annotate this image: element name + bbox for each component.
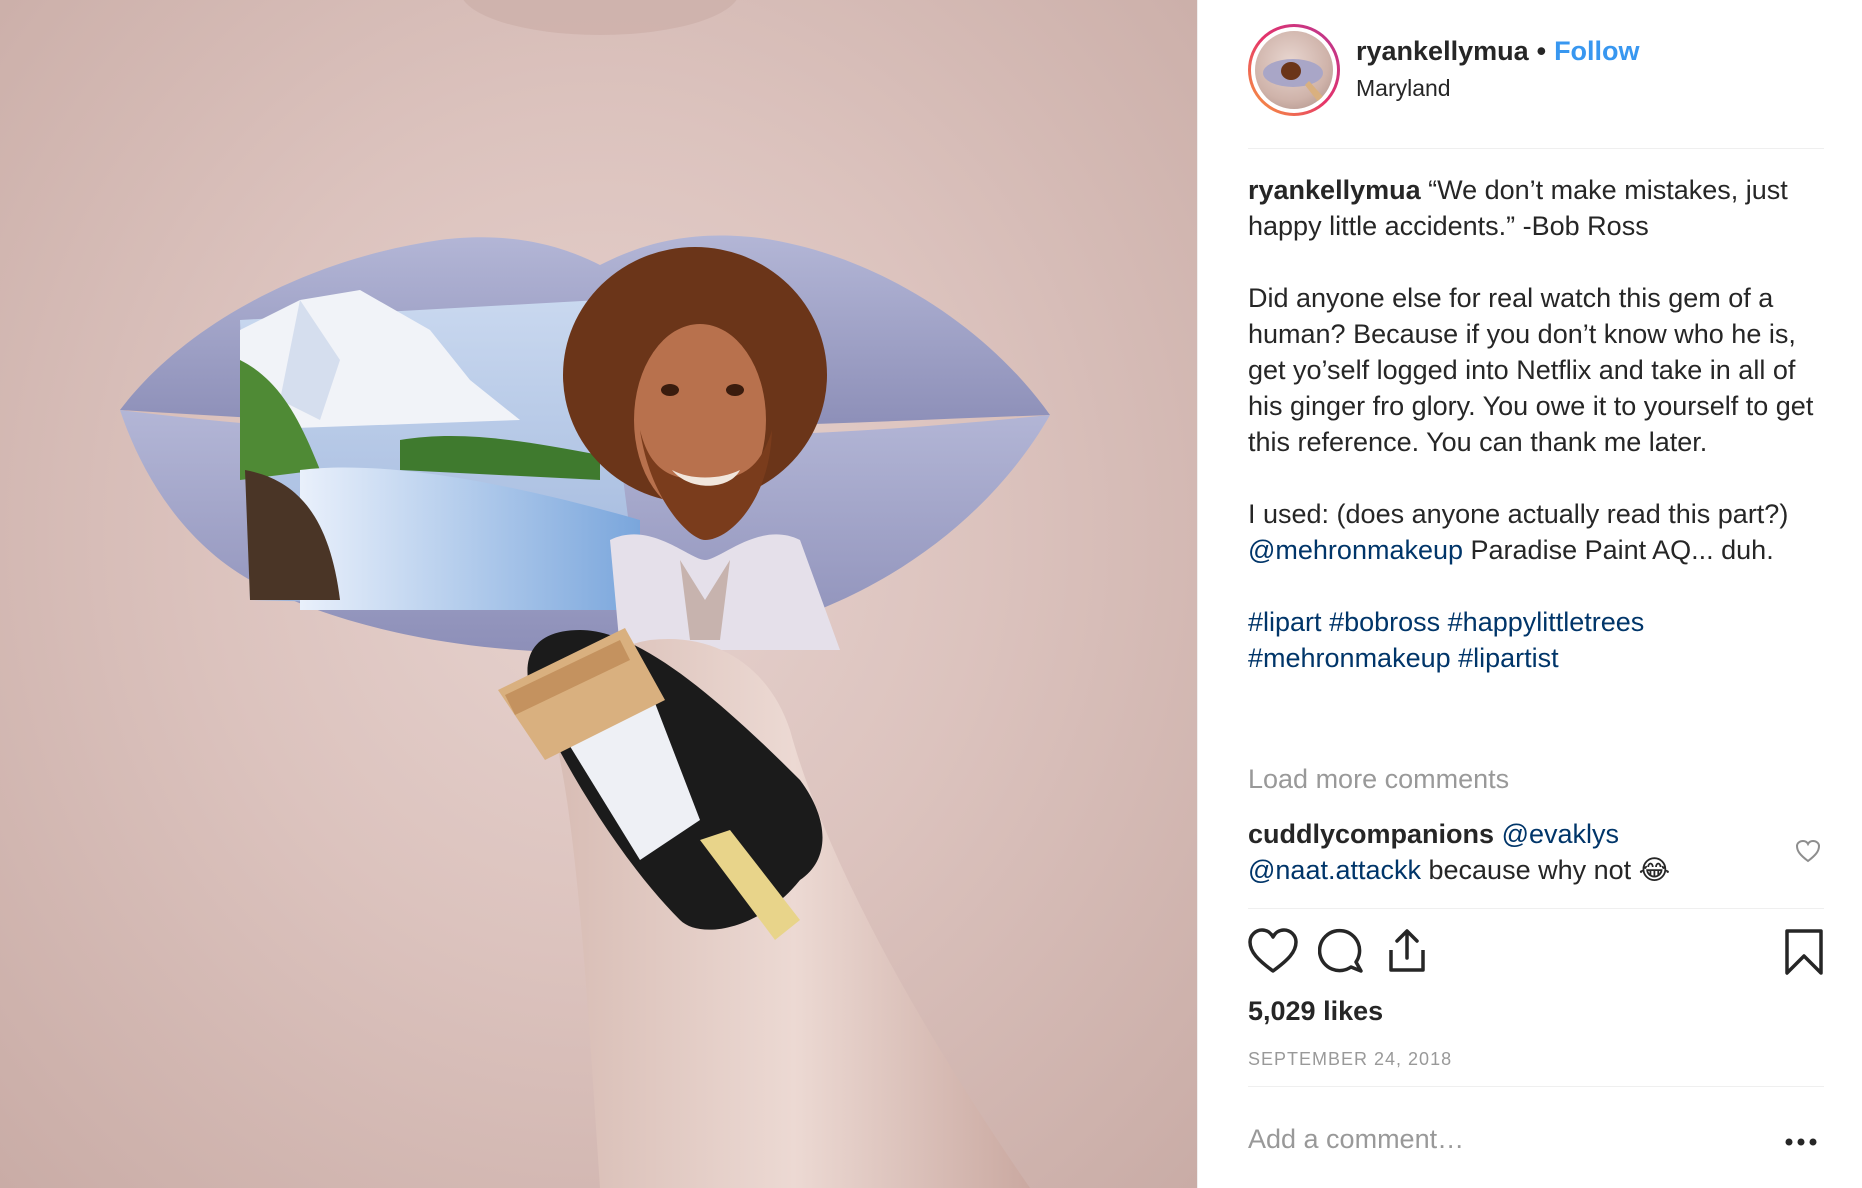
follow-button[interactable]: Follow bbox=[1554, 36, 1639, 67]
hashtag-lipart[interactable]: #lipart bbox=[1248, 607, 1322, 637]
likes-count[interactable]: 5,029 likes bbox=[1248, 996, 1383, 1027]
divider bbox=[1248, 1086, 1824, 1087]
comment-item: cuddlycompanions @evaklys @naat.attackk … bbox=[1248, 816, 1778, 888]
comment-username[interactable]: cuddlycompanions bbox=[1248, 819, 1494, 849]
avatar-frame bbox=[1251, 27, 1337, 113]
caption-p3-suffix: Paradise Paint AQ... duh. bbox=[1463, 535, 1774, 565]
add-comment-input[interactable] bbox=[1248, 1124, 1748, 1155]
small-heart-icon[interactable] bbox=[1795, 839, 1821, 868]
bookmark-icon[interactable] bbox=[1784, 928, 1824, 981]
post-image[interactable] bbox=[0, 0, 1197, 1188]
header-text: ryankellymua • Follow Maryland bbox=[1356, 36, 1640, 102]
load-more-comments-button[interactable]: Load more comments bbox=[1248, 764, 1509, 795]
caption-paragraph-3: I used: (does anyone actually read this … bbox=[1248, 496, 1828, 568]
header-username-line: ryankellymua • Follow bbox=[1356, 36, 1640, 67]
avatar-image bbox=[1263, 59, 1325, 103]
lip-art-illustration bbox=[120, 0, 1050, 1188]
caption-quote-paragraph: ryankellymua “We don’t make mistakes, ju… bbox=[1248, 172, 1828, 244]
hashtag-happylittletrees[interactable]: #happylittletrees bbox=[1448, 607, 1645, 637]
post-header: ryankellymua • Follow Maryland bbox=[1248, 24, 1824, 149]
instagram-post: ryankellymua • Follow Maryland ryankelly… bbox=[0, 0, 1862, 1188]
share-icon[interactable] bbox=[1385, 928, 1429, 979]
comment-text: because why not 😂 bbox=[1421, 855, 1671, 885]
more-dots-icon[interactable] bbox=[1785, 1133, 1817, 1151]
avatar bbox=[1255, 31, 1333, 109]
hashtag-bobross[interactable]: #bobross bbox=[1329, 607, 1440, 637]
comment-mention-naat[interactable]: @naat.attackk bbox=[1248, 855, 1421, 885]
caption-paragraph-2: Did anyone else for real watch this gem … bbox=[1248, 283, 1814, 457]
action-bar bbox=[1248, 928, 1824, 982]
divider bbox=[1248, 908, 1824, 909]
post-side-panel: ryankellymua • Follow Maryland ryankelly… bbox=[1197, 0, 1862, 1188]
caption: ryankellymua “We don’t make mistakes, ju… bbox=[1248, 172, 1828, 676]
story-ring[interactable] bbox=[1248, 24, 1340, 116]
post-date[interactable]: SEPTEMBER 24, 2018 bbox=[1248, 1049, 1452, 1070]
header-separator: • bbox=[1536, 36, 1547, 66]
hashtag-mehronmakeup[interactable]: #mehronmakeup bbox=[1248, 643, 1451, 673]
header-username[interactable]: ryankellymua bbox=[1356, 36, 1529, 67]
hashtag-list: #lipart #bobross #happylittletrees #mehr… bbox=[1248, 604, 1828, 676]
caption-username[interactable]: ryankellymua bbox=[1248, 175, 1421, 205]
comment-icon[interactable] bbox=[1317, 928, 1364, 979]
comment-mention-evaklys[interactable]: @evaklys bbox=[1502, 819, 1619, 849]
hashtag-lipartist[interactable]: #lipartist bbox=[1458, 643, 1559, 673]
location-link[interactable]: Maryland bbox=[1356, 75, 1640, 102]
mention-mehronmakeup[interactable]: @mehronmakeup bbox=[1248, 535, 1463, 565]
heart-icon[interactable] bbox=[1248, 928, 1298, 979]
caption-p3-prefix: I used: (does anyone actually read this … bbox=[1248, 499, 1789, 529]
